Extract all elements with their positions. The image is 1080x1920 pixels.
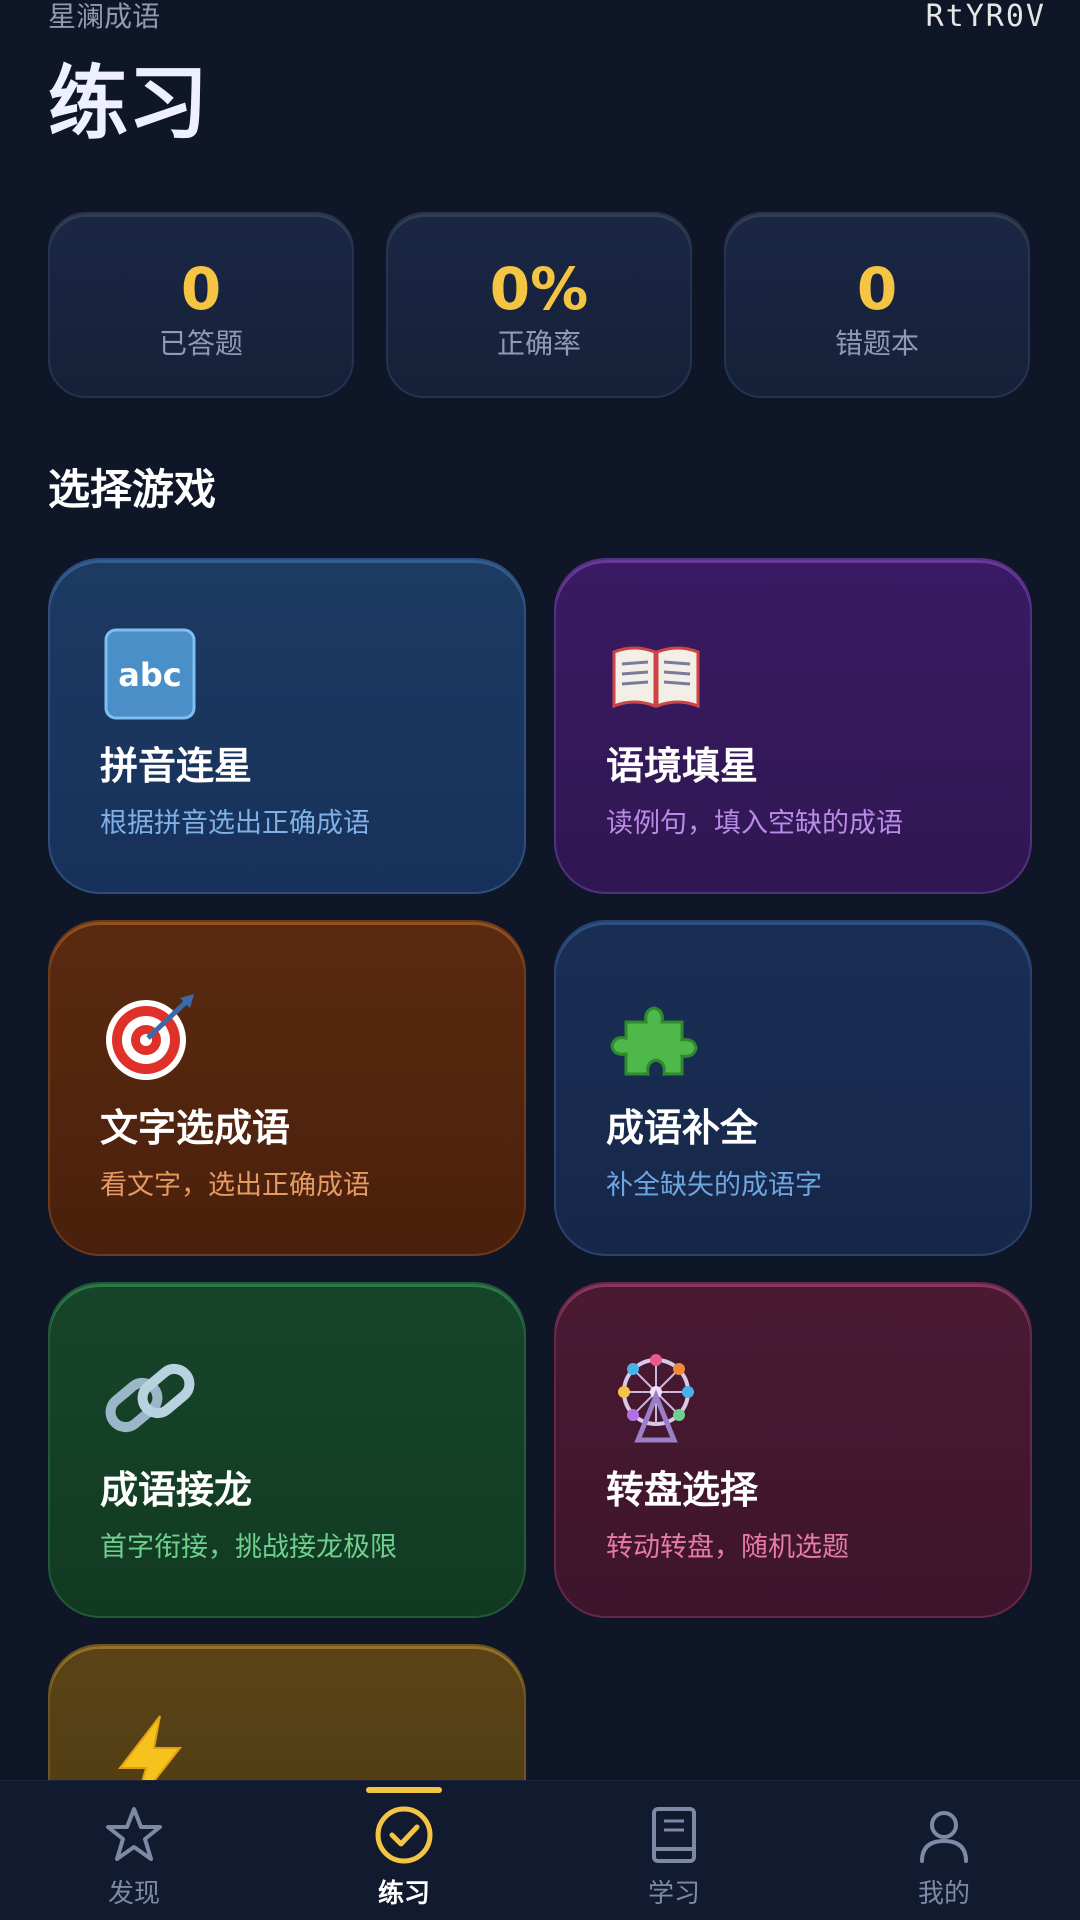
game-name: 语境填星	[606, 744, 759, 788]
section-title: 选择游戏	[48, 465, 217, 514]
game-card-context[interactable]: 语境填星 读例句，填入空缺的成语	[554, 558, 1032, 894]
check-circle-icon	[375, 1806, 433, 1864]
ferris-wheel-icon	[618, 1354, 694, 1443]
stat-label: 已答题	[158, 327, 243, 360]
stat-label: 正确率	[496, 327, 581, 360]
stat-value: 0	[180, 255, 222, 323]
abc-icon: abc	[104, 628, 196, 720]
active-indicator	[366, 1787, 442, 1793]
user-icon	[920, 1811, 968, 1863]
open-book-icon	[612, 646, 700, 709]
game-desc: 首字衔接，挑战接龙极限	[100, 1532, 397, 1563]
nav-discover[interactable]: 发现	[54, 1781, 214, 1920]
star-icon	[106, 1807, 162, 1861]
game-card-text-choice[interactable]: 文字选成语 看文字，选出正确成语	[48, 920, 526, 1256]
game-card-complete[interactable]: 成语补全 补全缺失的成语字	[554, 920, 1032, 1256]
game-name: 文字选成语	[100, 1106, 291, 1150]
nav-label: 我的	[917, 1879, 970, 1909]
bottom-nav: 发现 练习 学习 我的	[0, 1780, 1080, 1920]
stat-accuracy[interactable]: 0% 正确率	[386, 212, 692, 398]
game-desc: 看文字，选出正确成语	[100, 1170, 370, 1201]
game-desc: 补全缺失的成语字	[606, 1170, 822, 1201]
game-card-chain[interactable]: 成语接龙 首字衔接，挑战接龙极限	[48, 1282, 526, 1618]
stat-label: 错题本	[834, 327, 919, 360]
game-card-pinyin[interactable]: abc 拼音连星 根据拼音选出正确成语	[48, 558, 526, 894]
link-icon	[105, 1363, 195, 1433]
nav-label: 发现	[107, 1879, 160, 1909]
game-name: 成语补全	[606, 1106, 759, 1150]
game-desc: 根据拼音选出正确成语	[100, 808, 370, 839]
stat-value: 0%	[489, 255, 589, 323]
nav-label: 学习	[647, 1879, 700, 1909]
book-icon	[652, 1807, 696, 1863]
stats-row: 0 已答题 0% 正确率 0 错题本	[48, 212, 1032, 398]
puzzle-icon	[610, 1006, 698, 1076]
game-desc: 转动转盘，随机选题	[606, 1532, 849, 1563]
stat-mistakes[interactable]: 0 错题本	[724, 212, 1030, 398]
target-icon	[106, 994, 194, 1080]
game-name: 转盘选择	[606, 1468, 759, 1512]
svg-text:abc: abc	[118, 656, 181, 694]
stat-value: 0	[856, 255, 898, 323]
nav-label: 练习	[377, 1879, 430, 1909]
page-title: 练习	[48, 57, 208, 150]
nav-profile[interactable]: 我的	[864, 1781, 1024, 1920]
nav-practice[interactable]: 练习	[324, 1781, 484, 1920]
watermark: RtYR0V	[925, 0, 1046, 34]
app-name: 星澜成语	[48, 0, 161, 33]
game-name: 成语接龙	[100, 1468, 253, 1512]
game-desc: 读例句，填入空缺的成语	[606, 808, 903, 839]
stat-answered[interactable]: 0 已答题	[48, 212, 354, 398]
game-name: 拼音连星	[100, 744, 253, 788]
game-card-wheel[interactable]: 转盘选择 转动转盘，随机选题	[554, 1282, 1032, 1618]
nav-study[interactable]: 学习	[594, 1781, 754, 1920]
